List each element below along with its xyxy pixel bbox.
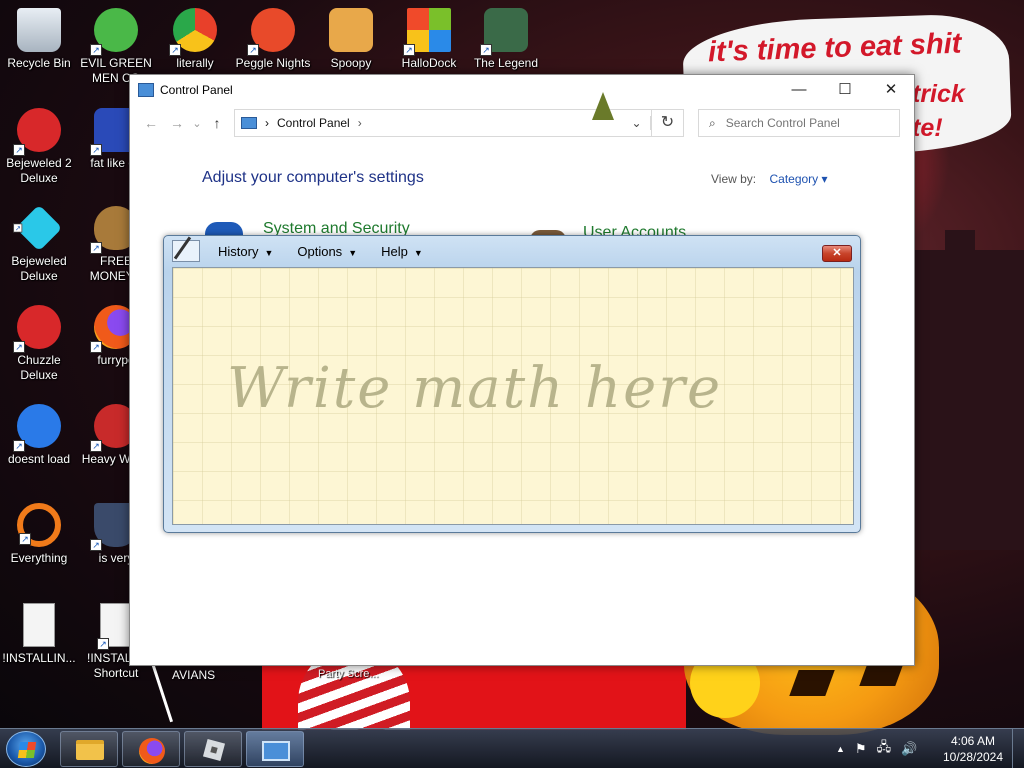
page-heading: Adjust your computer's settings: [202, 169, 424, 186]
forward-button[interactable]: →: [164, 115, 190, 131]
writing-area[interactable]: Write math here: [172, 267, 854, 525]
desktop-icon-the-legend[interactable]: ↗ The Legend: [464, 8, 548, 71]
control-panel-icon: [262, 741, 290, 761]
bejeweled-2-icon: ↗: [13, 108, 61, 156]
action-center-icon[interactable]: ⚑: [855, 741, 867, 757]
window-title: Control Panel: [160, 83, 233, 97]
character-icon: ↗: [480, 8, 528, 56]
desktop-icon-hallodock[interactable]: ↗ HalloDock: [387, 8, 471, 71]
address-bar[interactable]: › Control Panel › ⌄: [234, 109, 652, 137]
desktop-icon-label-avians[interactable]: AVIANS: [172, 668, 215, 682]
desktop-icon-recycle-bin[interactable]: Recycle Bin: [0, 8, 81, 71]
cursor-figure-icon: [592, 92, 614, 120]
menu-history[interactable]: History ▼: [218, 244, 273, 259]
chevron-down-icon: ▼: [348, 247, 358, 258]
view-by-dropdown[interactable]: Category ▾: [769, 172, 827, 186]
system-tray: ▲ ⚑ 🖧 🔊: [836, 729, 927, 768]
search-ring-icon: ↗: [17, 503, 61, 547]
math-input-app-icon: [172, 240, 200, 262]
desktop-icon-peggle-nights[interactable]: ↗ Peggle Nights: [231, 8, 315, 71]
diamond-icon: ↗: [13, 204, 63, 252]
chrome-icon: ↗: [169, 8, 217, 56]
peggle-icon: ↗: [247, 8, 295, 56]
firefox-icon: [139, 738, 165, 764]
desktop-icon-bejeweled-2[interactable]: ↗ Bejeweled 2 Deluxe: [0, 108, 81, 186]
breadcrumb-separator: ›: [265, 116, 269, 130]
math-menu-bar: History ▼ Options ▼ Help ▼ ✕: [164, 236, 860, 266]
search-box[interactable]: ⌕: [698, 109, 900, 137]
control-panel-icon: [138, 83, 154, 97]
math-input-panel[interactable]: History ▼ Options ▼ Help ▼ ✕ Write math her…: [163, 235, 861, 533]
math-close-button[interactable]: ✕: [822, 245, 852, 262]
desktop-icon-everything[interactable]: ↗ Everything: [0, 503, 81, 566]
thunderbird-icon: ↗: [13, 404, 61, 452]
roblox-icon: [202, 738, 226, 762]
menu-options[interactable]: Options ▼: [297, 244, 357, 259]
document-icon: ↗: [97, 603, 132, 650]
desktop-icon-bejeweled[interactable]: ↗ Bejeweled Deluxe: [0, 204, 81, 284]
taskbar-control-panel[interactable]: [246, 731, 304, 767]
clock[interactable]: 4:06 AM 10/28/2024: [938, 733, 1008, 765]
windows-logo-icon: ↗: [403, 8, 451, 56]
volume-icon[interactable]: 🔊: [901, 741, 917, 757]
show-desktop-button[interactable]: [1012, 729, 1024, 768]
folder-icon: [329, 8, 373, 52]
show-hidden-icons[interactable]: ▲: [836, 744, 845, 754]
address-dropdown-button[interactable]: ⌄: [623, 116, 651, 130]
wallpaper-sign-text-2: trick: [912, 80, 965, 108]
menu-help[interactable]: Help ▼: [381, 244, 423, 259]
refresh-button[interactable]: ↻: [652, 109, 684, 137]
chevron-down-icon: ▼: [413, 247, 423, 258]
clock-time: 4:06 AM: [950, 734, 996, 748]
taskbar: ▲ ⚑ 🖧 🔊 4:06 AM 10/28/2024: [0, 728, 1024, 768]
maximize-button[interactable]: ☐: [822, 75, 868, 105]
chuzzle-icon: ↗: [13, 305, 61, 353]
chevron-down-icon: ▼: [264, 247, 274, 258]
breadcrumb-control-panel[interactable]: Control Panel: [277, 116, 350, 130]
recycle-bin-icon: [17, 8, 61, 52]
window-titlebar[interactable]: Control Panel — ☐ ✕: [130, 75, 914, 105]
clock-date: 10/28/2024: [942, 750, 1004, 764]
wallpaper-house: [915, 230, 1024, 550]
breadcrumb-chevron[interactable]: ›: [358, 116, 362, 130]
start-button[interactable]: [6, 731, 46, 767]
up-button[interactable]: ↑: [204, 115, 230, 131]
taskbar-roblox[interactable]: [184, 731, 242, 767]
recent-locations-button[interactable]: ⌄: [190, 117, 204, 130]
view-by: View by: Category ▾: [711, 172, 828, 186]
close-button[interactable]: ✕: [868, 75, 914, 105]
desktop-icon-doesnt-load[interactable]: ↗ doesnt load: [0, 404, 81, 467]
search-icon: ⌕: [709, 115, 716, 130]
folder-icon: [76, 740, 104, 760]
desktop-icon-spoopy[interactable]: Spoopy: [309, 8, 393, 71]
view-by-label: View by:: [711, 172, 757, 186]
desktop-icon-chuzzle[interactable]: ↗ Chuzzle Deluxe: [0, 305, 81, 383]
desktop-icon-literally[interactable]: ↗ literally: [153, 8, 237, 71]
control-panel-icon: [241, 117, 257, 129]
document-icon: [23, 603, 55, 647]
desktop-icon-installing[interactable]: !INSTALLIN...: [0, 603, 81, 666]
wallpaper-sign-text-3: te!: [912, 114, 943, 142]
writing-placeholder: Write math here: [227, 356, 723, 421]
desktop-icon-label-party[interactable]: Party Scre...: [318, 668, 379, 680]
network-icon[interactable]: 🖧: [877, 738, 892, 760]
back-button[interactable]: ←: [138, 115, 164, 131]
minimize-button[interactable]: —: [776, 75, 822, 105]
taskbar-firefox[interactable]: [122, 731, 180, 767]
search-input[interactable]: [725, 116, 886, 130]
taskbar-file-explorer[interactable]: [60, 731, 118, 767]
green-men-icon: ↗: [90, 8, 138, 56]
navigation-bar: ← → ⌄ ↑ › Control Panel › ⌄ ↻ ⌕: [130, 105, 914, 141]
